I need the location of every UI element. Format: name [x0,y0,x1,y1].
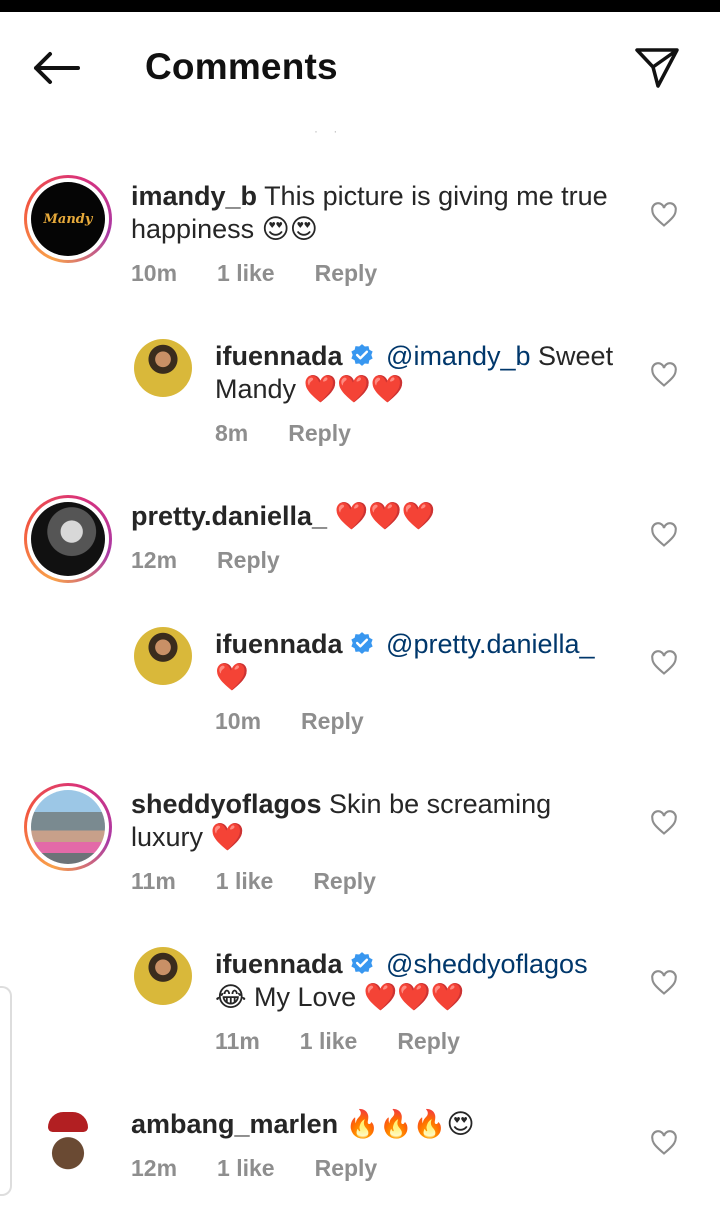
comment-body: ambang_marlen 🔥🔥🔥😍 [131,1108,631,1141]
verified-badge-icon [350,344,373,366]
reply-button[interactable]: Reply [397,1028,460,1055]
mention-link[interactable]: @sheddyoflagos [386,949,588,979]
comment-meta: 12m 1 like Reply [131,1155,377,1182]
comment-meta: 8m Reply [215,420,351,447]
heart-outline-icon[interactable] [650,809,678,837]
comment-username[interactable]: pretty.daniella_ [131,501,327,531]
avatar[interactable] [134,627,192,685]
comment-username[interactable]: imandy_b [131,181,257,211]
edge-panel-handle[interactable] [0,986,12,1196]
avatar[interactable]: Mandy [24,175,112,263]
avatar[interactable] [24,495,112,583]
heart-emoji: ❤️ [215,662,249,692]
comment-meta: 12m Reply [131,547,280,574]
comment-time: 10m [215,708,262,734]
heart-emoji: ❤️❤️❤️ [334,501,436,531]
comment-time: 11m [131,868,176,894]
paper-plane-icon [635,48,679,88]
arrow-left-icon [34,52,80,84]
comment-username[interactable]: ifuennada [215,629,343,659]
comment-body: pretty.daniella_ ❤️❤️❤️ [131,500,631,533]
heart-outline-icon[interactable] [650,201,678,229]
comment-time: 12m [131,1155,178,1181]
comment-username[interactable]: ifuennada [215,949,343,979]
comment-time: 12m [131,547,178,573]
heart-emoji: ❤️❤️❤️ [363,982,465,1012]
avatar[interactable] [24,783,112,871]
avatar[interactable] [134,947,192,1005]
comment-time: 11m [215,1028,260,1054]
comment-text-line2: luxury [131,822,204,852]
comment-text-line2: Mandy [215,374,297,404]
comment-body: ifuennada @pretty.daniella_ ❤️ [215,628,635,694]
reply-button[interactable]: Reply [301,708,364,735]
heart-emoji: ❤️❤️❤️ [303,374,405,404]
heart-outline-icon[interactable] [650,649,678,677]
heart-outline-icon[interactable] [650,969,678,997]
comment-text: Sweet [538,341,614,371]
comment-likes[interactable]: 1 like [217,260,275,287]
mention-link[interactable]: @pretty.daniella_ [386,629,595,659]
reply-button[interactable]: Reply [288,420,351,447]
reply-button[interactable]: Reply [217,547,280,574]
heart-outline-icon[interactable] [650,521,678,549]
comment-body: sheddyoflagos Skin be screaming luxury ❤… [131,788,631,854]
comment-username[interactable]: ifuennada [215,341,343,371]
verified-badge-icon [350,952,373,974]
comment-text-line2: happiness 😍😍 [131,214,318,244]
comment-text: This picture is giving me true [264,181,608,211]
verified-badge-icon [350,632,373,654]
reply-button[interactable]: Reply [313,868,376,895]
comment-username[interactable]: sheddyoflagos [131,789,322,819]
comment-body: ifuennada @imandy_b Sweet Mandy ❤️❤️❤️ [215,340,635,406]
comment-time: 10m [131,260,178,286]
comment-body: imandy_b This picture is giving me true … [131,180,631,246]
page-title: Comments [145,46,338,87]
comment-likes[interactable]: 1 like [216,868,274,895]
comment-text: 🔥🔥🔥😍 [345,1109,475,1139]
status-bar [0,0,720,12]
heart-outline-icon[interactable] [650,361,678,389]
comment-meta: 11m 1 like Reply [131,868,376,895]
comment-body: ifuennada @sheddyoflagos 😂 My Love ❤️❤️❤… [215,948,635,1014]
reply-button[interactable]: Reply [315,1155,378,1182]
comment-meta: 10m 1 like Reply [131,260,377,287]
avatar[interactable] [134,339,192,397]
back-button[interactable] [26,44,86,92]
comment-likes[interactable]: 1 like [217,1155,275,1182]
comment-text-line2: 😂 My Love [215,982,357,1012]
divider-dots: · · [314,124,344,138]
mention-link[interactable]: @imandy_b [386,341,530,371]
comment-meta: 10m Reply [215,708,364,735]
comment-time: 8m [215,420,249,446]
share-button[interactable] [628,42,686,94]
heart-outline-icon[interactable] [650,1129,678,1157]
comment-meta: 11m 1 like Reply [215,1028,460,1055]
comment-username[interactable]: ambang_marlen [131,1109,338,1139]
comment-likes[interactable]: 1 like [300,1028,358,1055]
reply-button[interactable]: Reply [315,260,378,287]
heart-emoji: ❤️ [210,822,245,852]
header: Comments · · [0,12,720,138]
avatar[interactable] [32,1110,104,1182]
comment-text: Skin be screaming [329,789,552,819]
avatar-logo-text: Mandy [31,182,105,256]
